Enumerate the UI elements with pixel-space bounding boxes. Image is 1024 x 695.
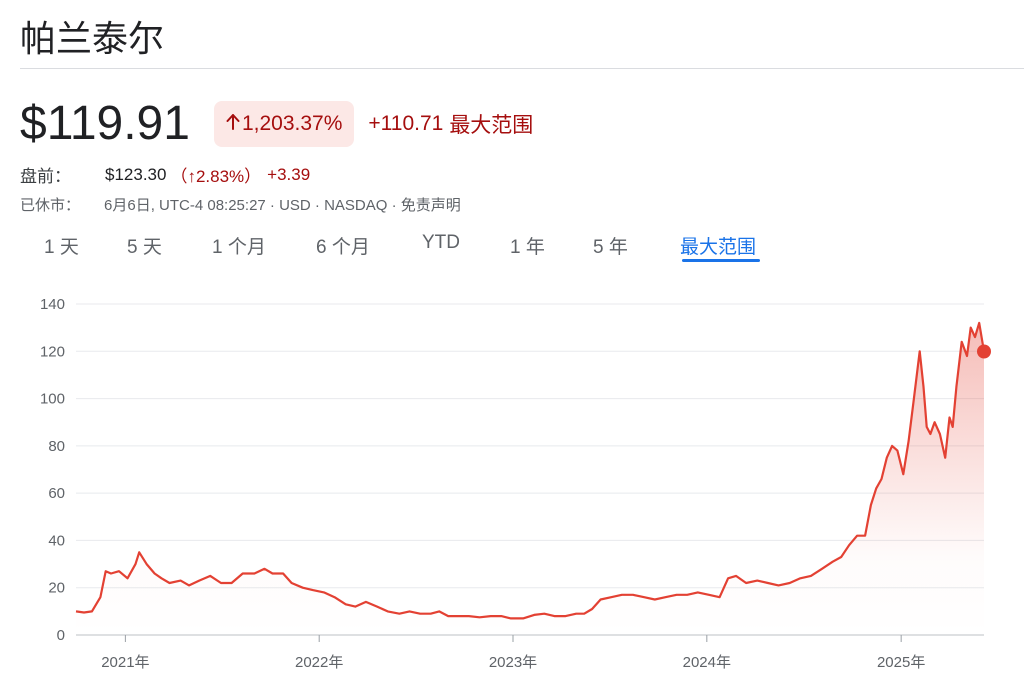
y-tick-label: 80 — [48, 438, 65, 455]
tab-1-year[interactable]: 1 年 — [510, 232, 545, 259]
market-status-row: 已休市： 6月6日, UTC-4 08:25:27 · USD · NASDAQ… — [20, 194, 461, 215]
change-period-label: 最大范围 — [449, 114, 534, 137]
arrow-up-icon — [226, 112, 240, 136]
tab-max[interactable]: 最大范围 — [680, 232, 756, 259]
premarket-price: $123.30 — [105, 164, 167, 184]
x-tick-label: 2023年 — [489, 654, 537, 671]
change-percent: 1,203.37% — [241, 112, 343, 135]
y-tick-label: 120 — [40, 343, 65, 360]
company-name: 帕兰泰尔 — [20, 18, 165, 59]
tab-1-month[interactable]: 1 个月 — [212, 232, 266, 259]
y-tick-label: 0 — [57, 627, 65, 644]
tab-1-day[interactable]: 1 天 — [44, 232, 79, 259]
premarket-row: 盘前： $123.30 （↑2.83%） +3.39 — [20, 162, 310, 187]
change-absolute: +110.71 — [368, 112, 444, 135]
premarket-change-percent: （↑2.83%） — [170, 167, 262, 186]
change-percent-badge: 1,203.37% — [213, 101, 355, 147]
y-tick-label: 20 — [48, 580, 65, 597]
price-row: $119.91 1,203.37% +110.71 最大范围 — [20, 98, 533, 150]
y-tick-label: 60 — [48, 485, 65, 502]
current-price: $119.91 — [20, 97, 190, 150]
y-tick-label: 140 — [40, 296, 65, 313]
x-tick-label: 2024年 — [683, 654, 731, 671]
y-tick-label: 100 — [40, 391, 65, 408]
tab-5-years[interactable]: 5 年 — [593, 232, 628, 259]
x-tick-label: 2021年 — [101, 654, 149, 671]
x-tick-label: 2022年 — [295, 654, 343, 671]
range-tabs: 1 天 5 天 1 个月 6 个月 YTD 1 年 5 年 最大范围 — [0, 232, 800, 262]
x-tick-label: 2025年 — [877, 654, 925, 671]
tab-5-days[interactable]: 5 天 — [127, 232, 162, 259]
y-tick-label: 40 — [48, 532, 65, 549]
price-chart[interactable]: 0 20 40 60 80 100 120 140 2021年 2022年 2023年 2024年 20… — [0, 285, 1024, 695]
tab-ytd[interactable]: YTD — [422, 232, 460, 254]
last-price-marker — [977, 344, 991, 359]
market-status-info: 6月6日, UTC-4 08:25:27 · USD · NASDAQ · 免责… — [104, 197, 461, 214]
premarket-change-absolute: +3.39 — [267, 164, 311, 184]
market-status-label: 已休市： — [20, 197, 81, 214]
header-divider — [20, 68, 1024, 69]
premarket-label: 盘前： — [20, 167, 71, 186]
active-tab-indicator — [682, 259, 760, 262]
tab-6-months[interactable]: 6 个月 — [316, 232, 370, 259]
